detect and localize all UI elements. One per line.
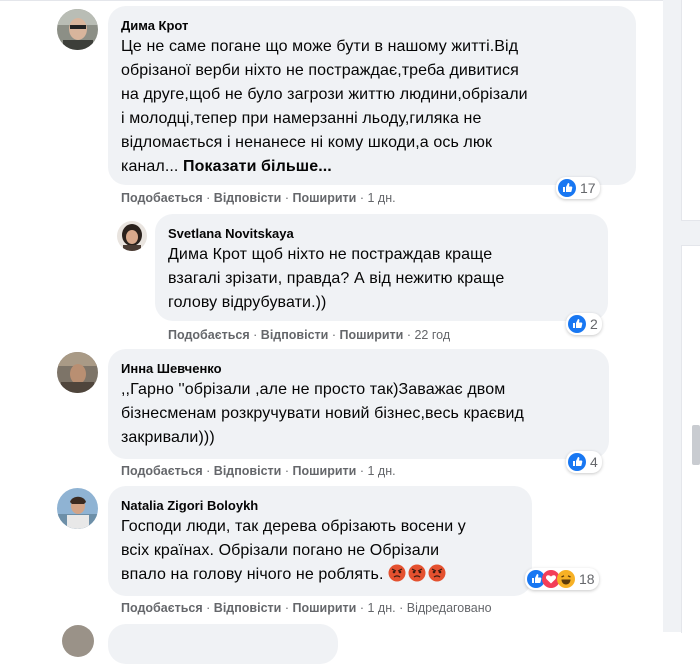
- comment-bubble: [108, 624, 338, 664]
- share-button[interactable]: Поширити: [292, 464, 356, 478]
- like-button[interactable]: Подобається: [121, 464, 203, 478]
- reaction-count: 18: [579, 571, 595, 587]
- reaction-summary[interactable]: 17: [556, 177, 600, 199]
- reaction-summary[interactable]: 4: [566, 451, 602, 473]
- reaction-count: 4: [590, 454, 598, 470]
- top-divider: [0, 0, 700, 1]
- angry-face-emoji: [408, 564, 426, 582]
- right-card-top: [681, 0, 700, 221]
- edited-label[interactable]: Відредаговано: [407, 601, 492, 615]
- comment-author[interactable]: Natalia Zigori Boloykh: [121, 498, 258, 513]
- comment-time[interactable]: 1 дн.: [367, 601, 395, 615]
- comment-text: Дима Крот щоб ніхто не постраждав краще …: [168, 246, 505, 311]
- comment-actions: Подобається · Відповісти · Поширити · 1 …: [121, 464, 396, 478]
- comment-time[interactable]: 22 год: [414, 328, 450, 342]
- comment-text: ,,Гарно ''обрізали ,але не просто так)За…: [121, 381, 524, 446]
- comment-actions: Подобається · Відповісти · Поширити · 22…: [168, 328, 451, 342]
- reply-button[interactable]: Відповісти: [214, 601, 282, 615]
- comment-time[interactable]: 1 дн.: [367, 191, 395, 205]
- reaction-summary[interactable]: 18: [525, 568, 599, 590]
- share-button[interactable]: Поширити: [292, 601, 356, 615]
- reaction-summary[interactable]: 2: [566, 313, 602, 335]
- like-reaction-icon: [568, 453, 586, 471]
- avatar[interactable]: [57, 352, 98, 393]
- comment-author[interactable]: Дима Крот: [121, 18, 188, 33]
- comment-author[interactable]: Инна Шевченко: [121, 361, 222, 376]
- scroll-indicator[interactable]: [692, 425, 700, 465]
- like-button[interactable]: Подобається: [168, 328, 250, 342]
- comment-author[interactable]: Svetlana Novitskaya: [168, 226, 294, 241]
- share-button[interactable]: Поширити: [339, 328, 403, 342]
- angry-face-emoji: [388, 564, 406, 582]
- avatar[interactable]: [62, 625, 94, 657]
- reply-button[interactable]: Відповісти: [214, 191, 282, 205]
- comment-actions: Подобається · Відповісти · Поширити · 1 …: [121, 601, 492, 615]
- comment-text: Це не саме погане що може бути в нашому …: [121, 38, 528, 175]
- like-button[interactable]: Подобається: [121, 601, 203, 615]
- see-more-link[interactable]: Показати більше...: [183, 158, 332, 175]
- avatar[interactable]: [57, 488, 98, 529]
- reply-button[interactable]: Відповісти: [261, 328, 329, 342]
- share-button[interactable]: Поширити: [292, 191, 356, 205]
- like-reaction-icon: [558, 179, 576, 197]
- angry-face-emoji: [428, 564, 446, 582]
- avatar[interactable]: [57, 9, 98, 50]
- like-reaction-icon: [568, 315, 586, 333]
- comment-time[interactable]: 1 дн.: [367, 464, 395, 478]
- avatar[interactable]: [117, 221, 147, 251]
- reaction-count: 2: [590, 316, 598, 332]
- haha-reaction-icon: [557, 570, 575, 588]
- comment-actions: Подобається · Відповісти · Поширити · 1 …: [121, 191, 396, 205]
- reply-button[interactable]: Відповісти: [214, 464, 282, 478]
- comment-text: Господи люди, так дерева обрізають восен…: [121, 518, 466, 583]
- mention-tag[interactable]: Дима Крот: [168, 246, 247, 263]
- like-button[interactable]: Подобається: [121, 191, 203, 205]
- reaction-count: 17: [580, 180, 596, 196]
